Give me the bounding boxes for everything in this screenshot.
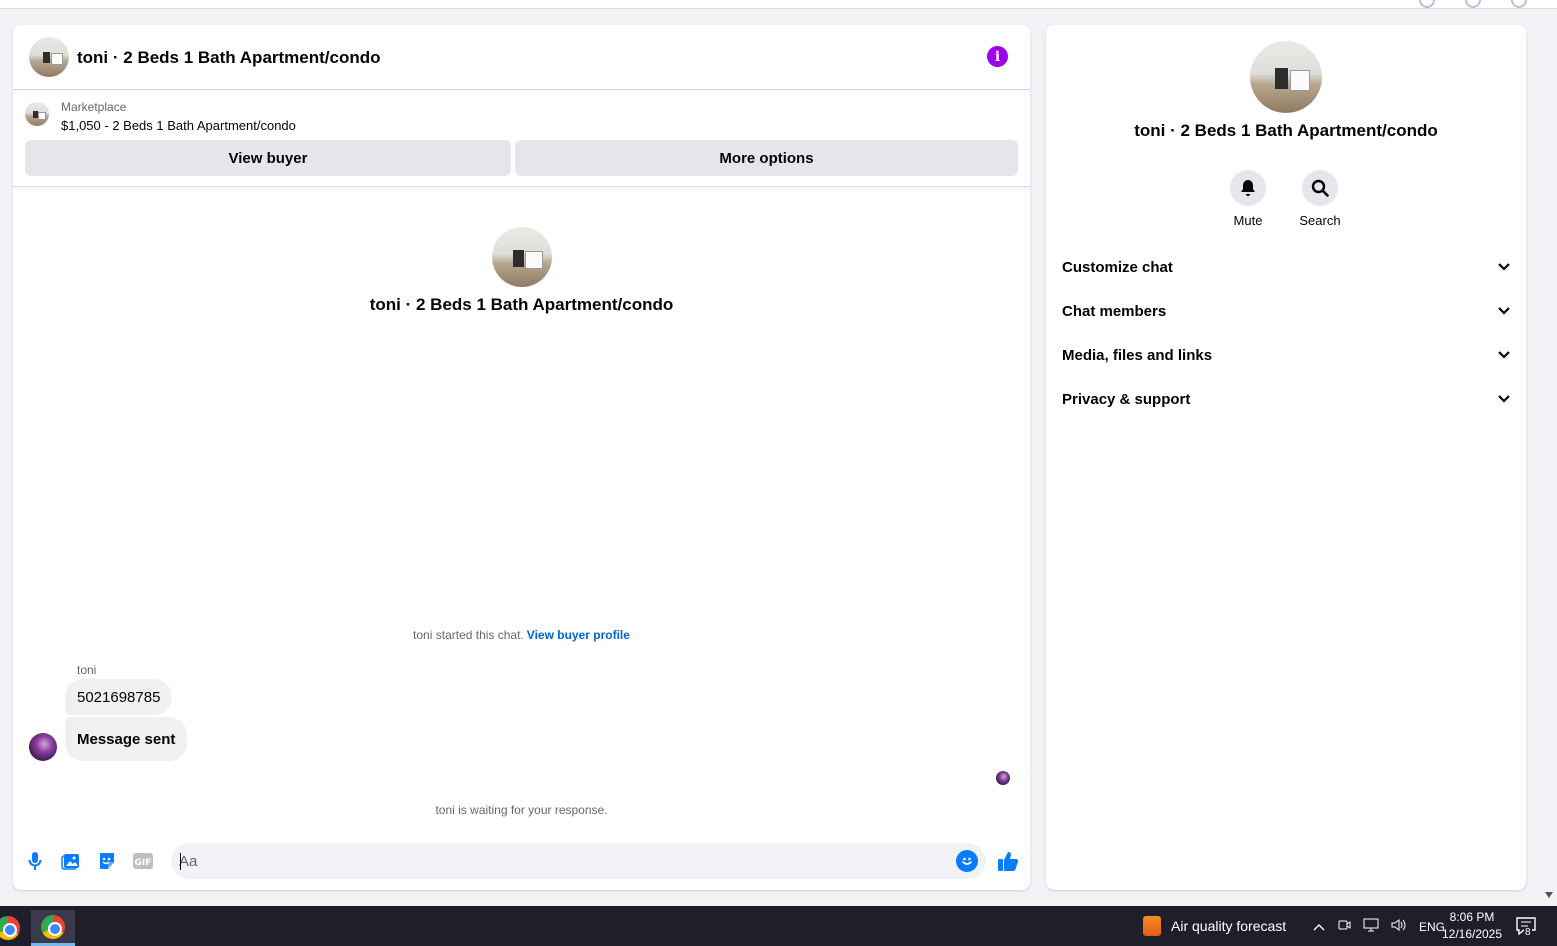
info-icon[interactable]: i bbox=[987, 46, 1008, 67]
chevron-up-icon[interactable] bbox=[1313, 920, 1325, 934]
emoji-icon[interactable] bbox=[956, 850, 978, 872]
chat-started-notice: toni started this chat. View buyer profil… bbox=[13, 628, 1030, 642]
chat-panel: toni · 2 Beds 1 Bath Apartment/condo i M… bbox=[13, 25, 1030, 890]
chevron-down-icon bbox=[1498, 263, 1510, 271]
section-media-files-links[interactable]: Media, files and links bbox=[1054, 335, 1518, 375]
thread-intro-title: toni · 2 Beds 1 Bath Apartment/condo bbox=[369, 295, 674, 314]
section-chat-members[interactable]: Chat members bbox=[1054, 291, 1518, 331]
sender-avatar[interactable] bbox=[29, 733, 57, 761]
message-composer: GIF bbox=[13, 840, 1030, 882]
bell-icon[interactable] bbox=[1230, 170, 1266, 206]
mute-label: Mute bbox=[1233, 213, 1263, 228]
conversation-avatar[interactable] bbox=[29, 37, 69, 77]
volume-icon[interactable] bbox=[1391, 918, 1407, 935]
conversation-title[interactable]: toni · 2 Beds 1 Bath Apartment/condo bbox=[77, 48, 381, 68]
svg-text:GIF: GIF bbox=[135, 858, 152, 868]
top-icon[interactable] bbox=[1419, 0, 1435, 8]
top-icons bbox=[1419, 0, 1527, 8]
top-icon[interactable] bbox=[1511, 0, 1527, 8]
chat-started-text: toni started this chat. bbox=[413, 628, 524, 642]
listing-thumbnail[interactable] bbox=[25, 102, 49, 126]
message-bubble[interactable]: Message sent bbox=[65, 717, 188, 761]
search-label: Search bbox=[1299, 213, 1341, 228]
sticker-icon[interactable] bbox=[96, 850, 118, 872]
microphone-icon[interactable] bbox=[24, 850, 46, 872]
search-action[interactable]: Search bbox=[1290, 170, 1350, 228]
photo-icon[interactable] bbox=[60, 850, 82, 872]
view-buyer-button[interactable]: View buyer bbox=[25, 140, 511, 176]
taskbar-app-chrome-icon[interactable] bbox=[0, 910, 30, 946]
scrollbar-down-arrow[interactable] bbox=[1545, 892, 1553, 898]
clock-date: 12/16/2025 bbox=[1441, 927, 1503, 941]
thread-intro-avatar bbox=[492, 227, 552, 287]
conversation-info-panel: toni · 2 Beds 1 Bath Apartment/condo Mut… bbox=[1046, 25, 1526, 890]
notification-count-badge: 8 bbox=[1524, 927, 1532, 939]
section-title: Customize chat bbox=[1062, 258, 1173, 276]
air-quality-icon bbox=[1143, 916, 1161, 936]
meet-now-icon[interactable] bbox=[1337, 918, 1351, 935]
info-panel-title: toni · 2 Beds 1 Bath Apartment/condo bbox=[1134, 121, 1438, 140]
taskbar-app-chrome-active-icon[interactable] bbox=[31, 910, 75, 946]
message-bubble[interactable]: 5021698785 bbox=[65, 679, 173, 715]
browser-top-strip bbox=[0, 0, 1557, 9]
section-privacy-support[interactable]: Privacy & support bbox=[1054, 379, 1518, 419]
marketplace-label: Marketplace bbox=[61, 100, 127, 114]
clock[interactable]: 8:06 PM 12/16/2025 bbox=[1440, 909, 1504, 943]
section-title: Privacy & support bbox=[1062, 390, 1191, 408]
network-icon[interactable] bbox=[1363, 918, 1379, 935]
seen-receipt-avatar bbox=[996, 771, 1010, 785]
taskbar: Air quality forecast ENG 8:06 PM 12/16/2… bbox=[0, 906, 1557, 946]
listing-title[interactable]: $1,050 - 2 Beds 1 Bath Apartment/condo bbox=[61, 118, 296, 133]
section-title: Chat members bbox=[1062, 302, 1167, 320]
more-options-button[interactable]: More options bbox=[515, 140, 1018, 176]
section-title: Media, files and links bbox=[1062, 346, 1213, 364]
weather-text: Air quality forecast bbox=[1171, 918, 1287, 934]
info-panel-avatar[interactable] bbox=[1250, 41, 1322, 113]
waiting-notice: toni is waiting for your response. bbox=[435, 803, 608, 817]
message-input[interactable] bbox=[179, 843, 939, 879]
system-tray: ENG bbox=[1313, 918, 1445, 935]
thumbs-up-icon[interactable] bbox=[996, 849, 1020, 873]
search-icon[interactable] bbox=[1302, 170, 1338, 206]
message-sender-name: toni bbox=[77, 663, 97, 677]
mute-action[interactable]: Mute bbox=[1218, 170, 1278, 228]
weather-widget[interactable]: Air quality forecast bbox=[1143, 916, 1286, 936]
top-icon[interactable] bbox=[1465, 0, 1481, 8]
message-input-wrapper bbox=[171, 843, 986, 879]
chevron-down-icon bbox=[1498, 395, 1510, 403]
gif-icon[interactable]: GIF bbox=[132, 850, 154, 872]
view-buyer-profile-link[interactable]: View buyer profile bbox=[527, 628, 630, 642]
marketplace-banner: Marketplace $1,050 - 2 Beds 1 Bath Apart… bbox=[13, 90, 1030, 187]
chat-header: toni · 2 Beds 1 Bath Apartment/condo i bbox=[13, 25, 1030, 90]
chevron-down-icon bbox=[1498, 307, 1510, 315]
chevron-down-icon bbox=[1498, 351, 1510, 359]
clock-time: 8:06 PM bbox=[1449, 910, 1495, 924]
text-caret bbox=[180, 853, 181, 870]
section-customize-chat[interactable]: Customize chat bbox=[1054, 247, 1518, 287]
